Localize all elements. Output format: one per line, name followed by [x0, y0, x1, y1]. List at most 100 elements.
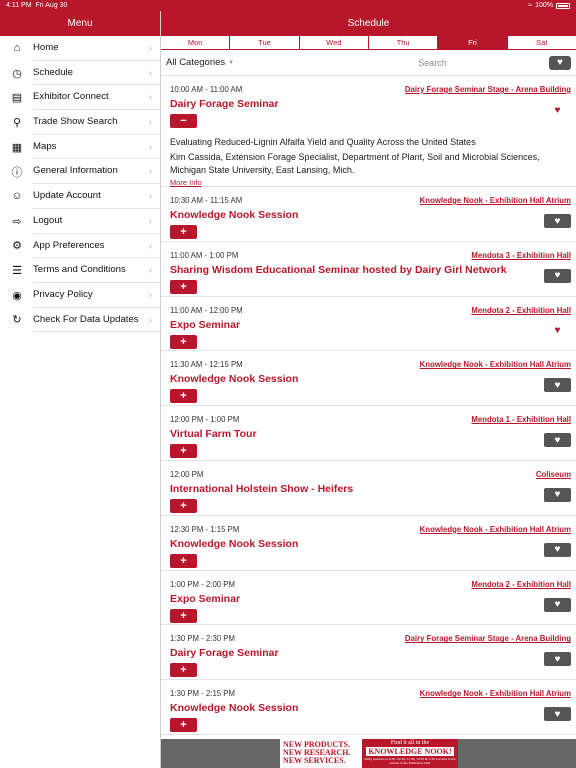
sidebar-item-privacy-policy[interactable]: ◉ Privacy Policy › [0, 283, 160, 308]
more-info-link[interactable]: More Info [170, 178, 571, 187]
event-location-link[interactable]: Mendota 3 - Exhibition Hall [471, 251, 571, 260]
expand-button[interactable]: + [170, 608, 197, 623]
tab-tue[interactable]: Tue [230, 36, 300, 49]
expand-button[interactable]: + [170, 444, 197, 459]
event-item[interactable]: 11:00 AM - 1:00 PM Mendota 3 - Exhibition… [161, 242, 576, 297]
sidebar-item-check-for-data-updates[interactable]: ↻ Check For Data Updates › [0, 308, 160, 333]
ad-line: NEW SERVICES. [283, 756, 346, 765]
event-location-link[interactable]: Knowledge Nook - Exhibition Hall Atrium [420, 196, 571, 205]
expand-button[interactable]: + [170, 279, 197, 294]
tab-fri[interactable]: Fri [438, 36, 508, 49]
event-item[interactable]: 12:00 PM - 1:00 PM Mendota 1 - Exhibition… [161, 406, 576, 461]
event-title[interactable]: International Holstein Show - Heifers [170, 483, 571, 495]
event-title[interactable]: Knowledge Nook Session [170, 702, 571, 714]
favorite-button[interactable]: ♥ [544, 378, 571, 393]
event-location-link[interactable]: Knowledge Nook - Exhibition Hall Atrium [420, 689, 571, 698]
tab-wed[interactable]: Wed [299, 36, 369, 49]
event-title[interactable]: Knowledge Nook Session [170, 373, 571, 385]
ad-banner[interactable]: NEW PRODUCTS. NEW RESEARCH. NEW SERVICES… [161, 739, 576, 768]
chevron-right-icon: › [148, 92, 152, 104]
favorite-button[interactable]: ♥ [544, 597, 571, 612]
logout-icon: ⇨ [12, 215, 22, 228]
heart-icon: ♥ [554, 544, 561, 556]
expand-button[interactable]: + [170, 389, 197, 404]
expand-button[interactable]: + [170, 498, 197, 513]
chevron-right-icon: › [148, 67, 152, 79]
event-title[interactable]: Dairy Forage Seminar [170, 647, 571, 659]
event-title[interactable]: Virtual Farm Tour [170, 428, 571, 440]
map-icon: ▦ [11, 141, 23, 154]
event-item[interactable]: 1:30 PM - 2:15 PM Knowledge Nook - Exhibi… [161, 680, 576, 735]
day-tabs: Mon Tue Wed Thu Fri Sat [161, 36, 576, 50]
sidebar-item-update-account[interactable]: ☺ Update Account › [0, 184, 160, 209]
sidebar-item-home[interactable]: ⌂ Home › [0, 36, 160, 61]
event-title[interactable]: Expo Seminar [170, 319, 571, 331]
chevron-right-icon: › [148, 265, 152, 277]
tab-sat[interactable]: Sat [507, 36, 576, 49]
favorite-button[interactable]: ♥ [544, 268, 571, 283]
event-item[interactable]: 11:00 AM - 12:00 PM Mendota 2 - Exhibitio… [161, 297, 576, 352]
ad-line: Find it all in the [390, 740, 430, 746]
sidebar-item-schedule[interactable]: ◷ Schedule › [0, 61, 160, 86]
sidebar-item-terms-and-conditions[interactable]: ☰ Terms and Conditions › [0, 258, 160, 283]
search-input[interactable]: Search [276, 58, 549, 68]
event-title[interactable]: Knowledge Nook Session [170, 538, 571, 550]
clock-icon: ◷ [12, 67, 22, 80]
event-title[interactable]: Expo Seminar [170, 593, 571, 605]
event-list: 10:00 AM - 11:00 AM Dairy Forage Seminar … [161, 76, 576, 740]
favorite-button[interactable]: ♥ [544, 542, 571, 557]
expand-button[interactable]: + [170, 663, 197, 678]
sidebar-item-app-preferences[interactable]: ⚙ App Preferences › [0, 234, 160, 259]
event-title[interactable]: Knowledge Nook Session [170, 209, 571, 221]
favorite-button[interactable]: ♥ [544, 433, 571, 448]
sidebar-item-maps[interactable]: ▦ Maps › [0, 135, 160, 160]
expand-button[interactable]: + [170, 718, 197, 733]
chevron-right-icon: › [148, 117, 152, 129]
event-location-link[interactable]: Dairy Forage Seminar Stage - Arena Build… [405, 85, 571, 94]
search-icon: ⚲ [12, 116, 22, 129]
event-location-link[interactable]: Mendota 2 - Exhibition Hall [471, 580, 571, 589]
event-title[interactable]: Sharing Wisdom Educational Seminar hoste… [170, 264, 571, 276]
favorite-button[interactable]: ♥ [544, 323, 571, 338]
event-item[interactable]: 1:30 PM - 2:30 PM Dairy Forage Seminar St… [161, 625, 576, 681]
status-right: ≈ 100% [528, 0, 570, 11]
favorite-button[interactable]: ♥ [544, 707, 571, 722]
event-item[interactable]: 12:30 PM - 1:15 PM Knowledge Nook - Exhib… [161, 516, 576, 571]
event-location-link[interactable]: Coliseum [536, 470, 571, 479]
event-item[interactable]: 12:00 PM Coliseum International Holstein S… [161, 461, 576, 516]
collapse-button[interactable]: − [170, 114, 197, 128]
favorite-button[interactable]: ♥ [544, 487, 571, 502]
heart-icon: ♥ [557, 57, 563, 68]
event-location-link[interactable]: Mendota 2 - Exhibition Hall [471, 306, 571, 315]
expand-button[interactable]: + [170, 553, 197, 568]
tab-mon[interactable]: Mon [161, 36, 231, 49]
menu-list: ⌂ Home › ◷ Schedule › ▤ Exhibitor Connect › ⚲ Trad… [0, 36, 160, 333]
expand-button[interactable]: + [170, 225, 197, 239]
event-location-link[interactable]: Dairy Forage Seminar Stage - Arena Build… [405, 634, 571, 643]
event-item[interactable]: 11:30 AM - 12:15 PM Knowledge Nook - Exhi… [161, 351, 576, 407]
sidebar-item-logout[interactable]: ⇨ Logout › [0, 209, 160, 234]
sidebar-item-exhibitor-connect[interactable]: ▤ Exhibitor Connect › [0, 85, 160, 111]
event-item[interactable]: 10:00 AM - 11:00 AM Dairy Forage Seminar … [161, 76, 576, 187]
expand-button[interactable]: + [170, 334, 197, 349]
tab-thu[interactable]: Thu [368, 36, 439, 49]
event-item[interactable]: 10:30 AM - 11:15 AM Knowledge Nook - Exhi… [161, 187, 576, 242]
event-speakers: Kim Cassida, Extension Forage Specialist… [170, 152, 540, 175]
battery-icon [556, 2, 570, 9]
favorites-filter-button[interactable]: ♥ [549, 55, 571, 70]
category-dropdown[interactable]: All Categories ▼ [166, 57, 276, 68]
sidebar-item-general-information[interactable]: ⓘ General Information › [0, 159, 160, 185]
favorite-button[interactable]: ♥ [544, 652, 571, 667]
favorite-button[interactable]: ♥ [544, 103, 571, 117]
heart-icon: ♥ [554, 599, 561, 611]
event-description: Evaluating Reduced-Lignin Alfalfa Yield … [170, 137, 476, 147]
sidebar-item-trade-show-search[interactable]: ⚲ Trade Show Search › [0, 110, 160, 135]
favorite-button[interactable]: ♥ [544, 214, 571, 228]
event-item[interactable]: 1:00 PM - 2:00 PM Mendota 2 - Exhibition … [161, 571, 576, 626]
event-title[interactable]: Dairy Forage Seminar [170, 98, 571, 110]
event-location-link[interactable]: Mendota 1 - Exhibition Hall [471, 415, 571, 424]
event-location-link[interactable]: Knowledge Nook - Exhibition Hall Atrium [420, 360, 571, 369]
ad-banner-left: NEW PRODUCTS. NEW RESEARCH. NEW SERVICES… [280, 739, 362, 768]
event-time: 12:00 PM [170, 469, 204, 479]
event-location-link[interactable]: Knowledge Nook - Exhibition Hall Atrium [420, 525, 571, 534]
